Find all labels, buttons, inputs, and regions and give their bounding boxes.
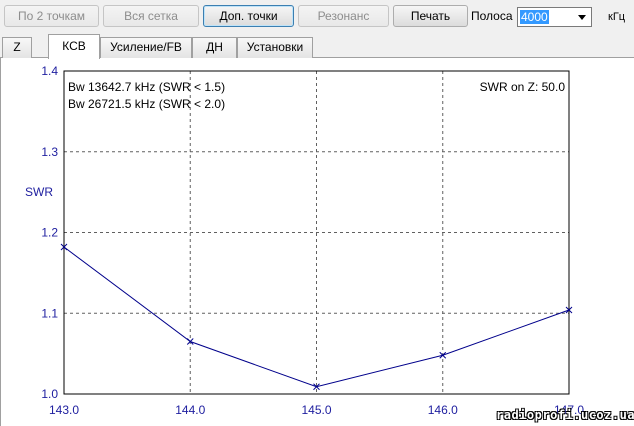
y-tick-label: 1.4 — [41, 64, 58, 78]
chevron-down-icon[interactable] — [575, 11, 589, 24]
y-tick-label: 1.2 — [41, 226, 58, 240]
tab-pattern[interactable]: ДН — [192, 37, 237, 58]
extra-points-button[interactable]: Доп. точки — [203, 5, 294, 27]
impedance-annotation: SWR on Z: 50.0 — [480, 80, 566, 94]
resonance-button[interactable]: Резонанс — [298, 5, 389, 27]
x-tick-label: 145.0 — [301, 403, 331, 417]
chart-grid — [64, 71, 569, 394]
swr-chart: 1.01.11.21.31.4 143.0 144.0 145.0 146.0 147.… — [25, 64, 584, 417]
tab-settings[interactable]: Установки — [237, 37, 313, 58]
x-tick-label: 146.0 — [428, 403, 458, 417]
y-axis-label: SWR — [25, 185, 53, 199]
print-button[interactable]: Печать — [393, 5, 468, 27]
y-tick-labels: 1.0 1.1 1.2 1.3 1.4 — [41, 64, 58, 401]
band-value[interactable]: 4000 — [520, 10, 549, 24]
bandwidth-annotation-1: Bw 13642.7 kHz (SWR < 1.5) — [68, 80, 225, 94]
tab-bar: Z КСВ Усиление/FB ДН Установки — [0, 34, 634, 59]
band-label: Полоса — [471, 9, 513, 23]
tab-swr[interactable]: КСВ — [48, 34, 100, 59]
y-tick-label: 1.1 — [41, 306, 58, 320]
y-tick-label: 1.0 — [41, 387, 58, 401]
band-select[interactable]: 4000 — [517, 7, 592, 27]
all-grid-button[interactable]: Вся сетка — [103, 5, 199, 27]
tab-gain-fb[interactable]: Усиление/FB — [100, 37, 192, 58]
watermark: radioprofi.ucoz.ua — [496, 408, 634, 422]
x-tick-label: 143.0 — [49, 403, 79, 417]
two-points-button[interactable]: По 2 точкам — [4, 5, 99, 27]
x-tick-label: 144.0 — [175, 403, 205, 417]
bandwidth-annotation-2: Bw 26721.5 kHz (SWR < 2.0) — [68, 97, 225, 111]
band-unit: кГц — [608, 11, 626, 23]
tab-z[interactable]: Z — [2, 37, 32, 58]
y-tick-label: 1.3 — [41, 145, 58, 159]
toolbar: По 2 точкам Вся сетка Доп. точки Резонан… — [0, 0, 634, 34]
